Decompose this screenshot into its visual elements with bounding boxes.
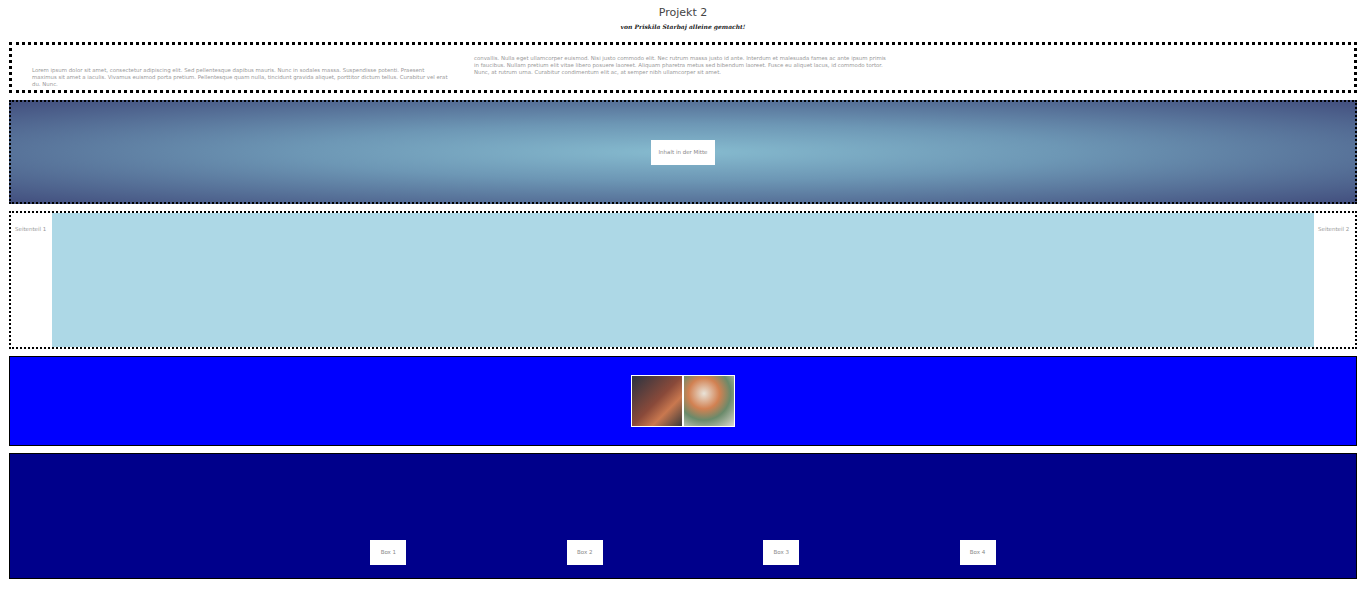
page-subtitle: von Priskila Starbaj alleine gemacht! — [0, 23, 1366, 31]
intro-column: convallis. Nulla eget ullamcorper euismo… — [474, 55, 892, 76]
food-photo — [683, 375, 735, 427]
food-photo — [631, 375, 683, 427]
box-item: Box 4 — [960, 540, 996, 565]
intro-section: Lorem ipsum dolor sit amet, consectetur … — [9, 42, 1357, 93]
box-section: Box 1 Box 2 Box 3 Box 4 — [9, 453, 1357, 579]
box-item: Box 2 — [567, 540, 603, 565]
main-panel — [52, 213, 1314, 347]
image-section — [9, 356, 1357, 446]
intro-column: Lorem ipsum dolor sit amet, consectetur … — [32, 67, 450, 88]
side-panel: Seitenteil 2 — [1314, 213, 1355, 347]
hero-box: Inhalt in der Mitte — [651, 140, 714, 165]
page-title: Projekt 2 — [0, 6, 1366, 20]
page-header: Projekt 2 von Priskila Starbaj alleine ge… — [0, 0, 1366, 42]
box-item: Box 1 — [370, 540, 406, 565]
box-item: Box 3 — [763, 540, 799, 565]
hero-section: Inhalt in der Mitte — [9, 100, 1357, 204]
side-panel: Seitenteil 1 — [11, 213, 52, 347]
side-section: Seitenteil 1 Seitenteil 2 — [9, 211, 1357, 349]
page-sections: Lorem ipsum dolor sit amet, consectetur … — [0, 42, 1366, 579]
